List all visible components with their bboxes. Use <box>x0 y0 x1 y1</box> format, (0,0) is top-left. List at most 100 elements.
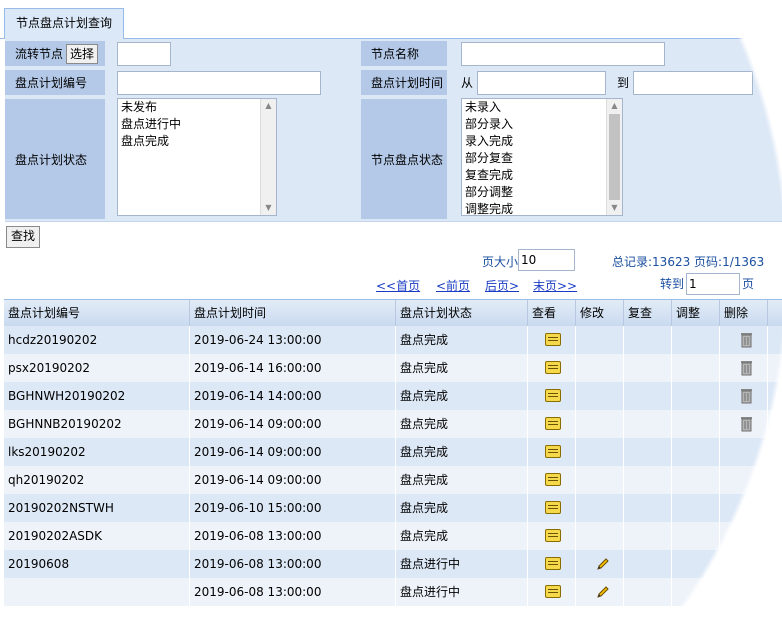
cell-extra <box>768 438 782 466</box>
node-status-option[interactable]: 部分复查 <box>462 150 622 167</box>
pencil-icon[interactable] <box>596 557 610 571</box>
cell-plan-time: 2019-06-24 13:00:00 <box>190 326 396 354</box>
tab-node-inventory-query[interactable]: 节点盘点计划查询 <box>4 8 124 39</box>
cell-review <box>624 466 672 494</box>
trash-icon[interactable] <box>740 416 753 432</box>
view-icon[interactable] <box>545 557 561 570</box>
cell-edit <box>576 438 624 466</box>
cell-adjust <box>672 410 720 438</box>
scroll-up-icon[interactable]: ▲ <box>607 99 622 113</box>
cell-plan-status: 盘点进行中 <box>396 550 528 578</box>
cell-review <box>624 522 672 550</box>
cell-plan-time: 2019-06-14 09:00:00 <box>190 466 396 494</box>
col-edit: 修改 <box>576 300 624 326</box>
scroll-up-icon[interactable]: ▲ <box>261 99 276 113</box>
table-row[interactable]: 20190202ASDK 2019-06-08 13:00:00 盘点完成 <box>4 522 782 550</box>
trash-icon[interactable] <box>740 388 753 404</box>
trash-icon[interactable] <box>740 332 753 348</box>
col-review: 复查 <box>624 300 672 326</box>
plan-time-from-input[interactable] <box>477 71 606 95</box>
cell-adjust <box>672 550 720 578</box>
cell-plan-time: 2019-06-14 09:00:00 <box>190 410 396 438</box>
table-row[interactable]: 20190608 2019-06-08 13:00:00 盘点进行中 <box>4 550 782 578</box>
cell-extra <box>768 326 782 354</box>
table-row[interactable]: BGHNWH20190202 2019-06-14 14:00:00 盘点完成 <box>4 382 782 410</box>
view-icon[interactable] <box>545 473 561 486</box>
cell-delete <box>720 522 768 550</box>
cell-adjust <box>672 466 720 494</box>
cell-plan-time: 2019-06-08 13:00:00 <box>190 550 396 578</box>
goto-page-input[interactable]: 1 <box>686 273 740 295</box>
plan-no-input[interactable] <box>117 71 321 95</box>
view-icon[interactable] <box>545 389 561 402</box>
cell-edit <box>576 382 624 410</box>
view-icon[interactable] <box>545 417 561 430</box>
first-page-link[interactable]: <<首页 <box>376 277 420 294</box>
last-page-link[interactable]: 末页>> <box>533 277 577 294</box>
view-icon[interactable] <box>545 361 561 374</box>
search-button[interactable]: 查找 <box>6 226 41 248</box>
node-status-option[interactable]: 部分录入 <box>462 116 622 133</box>
pencil-icon[interactable] <box>596 585 610 599</box>
table-header: 盘点计划编号 盘点计划时间 盘点计划状态 查看 修改 复查 调整 删除 <box>4 299 782 327</box>
cell-plan-status: 盘点完成 <box>396 410 528 438</box>
node-status-option[interactable]: 未录入 <box>462 99 622 116</box>
table-row[interactable]: lks20190202 2019-06-14 09:00:00 盘点完成 <box>4 438 782 466</box>
cell-extra <box>768 410 782 438</box>
table-row[interactable]: 2019-06-08 13:00:00 盘点进行中 <box>4 578 782 606</box>
plan-time-label: 盘点计划时间 <box>361 70 447 95</box>
view-icon[interactable] <box>545 333 561 346</box>
view-icon[interactable] <box>545 501 561 514</box>
select-button[interactable]: 选择 <box>66 43 99 64</box>
plan-time-to-input[interactable] <box>633 71 753 95</box>
flow-node-input[interactable] <box>117 42 171 66</box>
tab-bar: 节点盘点计划查询 <box>0 0 782 39</box>
cell-edit <box>576 494 624 522</box>
cell-adjust <box>672 326 720 354</box>
node-status-option[interactable]: 复查完成 <box>462 167 622 184</box>
col-extra <box>768 300 782 326</box>
cell-plan-status: 盘点完成 <box>396 438 528 466</box>
trash-icon[interactable] <box>740 360 753 376</box>
cell-adjust <box>672 438 720 466</box>
view-icon[interactable] <box>545 445 561 458</box>
cell-review <box>624 438 672 466</box>
plan-status-option[interactable]: 盘点进行中 <box>118 116 276 133</box>
node-status-option[interactable]: 部分调整 <box>462 184 622 201</box>
plan-status-option[interactable]: 盘点完成 <box>118 133 276 150</box>
plan-status-listbox[interactable]: 未发布 盘点进行中 盘点完成 ▲ ▼ <box>117 98 277 216</box>
node-status-option[interactable]: 调整完成 <box>462 201 622 215</box>
table-row[interactable]: hcdz20190202 2019-06-24 13:00:00 盘点完成 <box>4 326 782 354</box>
page-size-input[interactable]: 10 <box>518 249 575 271</box>
col-plan-status[interactable]: 盘点计划状态 <box>396 300 528 326</box>
node-status-option[interactable]: 录入完成 <box>462 133 622 150</box>
table-row[interactable]: BGHNNB20190202 2019-06-14 09:00:00 盘点完成 <box>4 410 782 438</box>
total-records-text: 总记录:13623 页码:1/1363 <box>612 255 765 269</box>
cell-delete <box>720 494 768 522</box>
cell-plan-time: 2019-06-10 15:00:00 <box>190 494 396 522</box>
table-row[interactable]: 20190202NSTWH 2019-06-10 15:00:00 盘点完成 <box>4 494 782 522</box>
col-plan-no[interactable]: 盘点计划编号 <box>4 300 190 326</box>
node-status-scrollbar[interactable]: ▲ ▼ <box>606 99 622 215</box>
scrollbar-thumb[interactable] <box>609 114 620 200</box>
prev-page-link[interactable]: <前页 <box>436 277 470 294</box>
cell-adjust <box>672 354 720 382</box>
view-icon[interactable] <box>545 585 561 598</box>
cell-plan-status: 盘点完成 <box>396 382 528 410</box>
col-delete: 删除 <box>720 300 768 326</box>
cell-extra <box>768 382 782 410</box>
scroll-down-icon[interactable]: ▼ <box>607 201 622 215</box>
node-name-input[interactable] <box>461 42 665 66</box>
table-row[interactable]: psx20190202 2019-06-14 16:00:00 盘点完成 <box>4 354 782 382</box>
table-row[interactable]: qh20190202 2019-06-14 09:00:00 盘点完成 <box>4 466 782 494</box>
next-page-link[interactable]: 后页> <box>485 277 519 294</box>
cell-plan-time: 2019-06-14 14:00:00 <box>190 382 396 410</box>
cell-review <box>624 494 672 522</box>
plan-status-option[interactable]: 未发布 <box>118 99 276 116</box>
col-plan-time[interactable]: 盘点计划时间 <box>190 300 396 326</box>
node-status-listbox[interactable]: 未录入 部分录入 录入完成 部分复查 复查完成 部分调整 调整完成 ▲ ▼ <box>461 98 623 216</box>
cell-adjust <box>672 578 720 606</box>
plan-status-scrollbar[interactable]: ▲ ▼ <box>260 99 276 215</box>
scroll-down-icon[interactable]: ▼ <box>261 201 276 215</box>
view-icon[interactable] <box>545 529 561 542</box>
